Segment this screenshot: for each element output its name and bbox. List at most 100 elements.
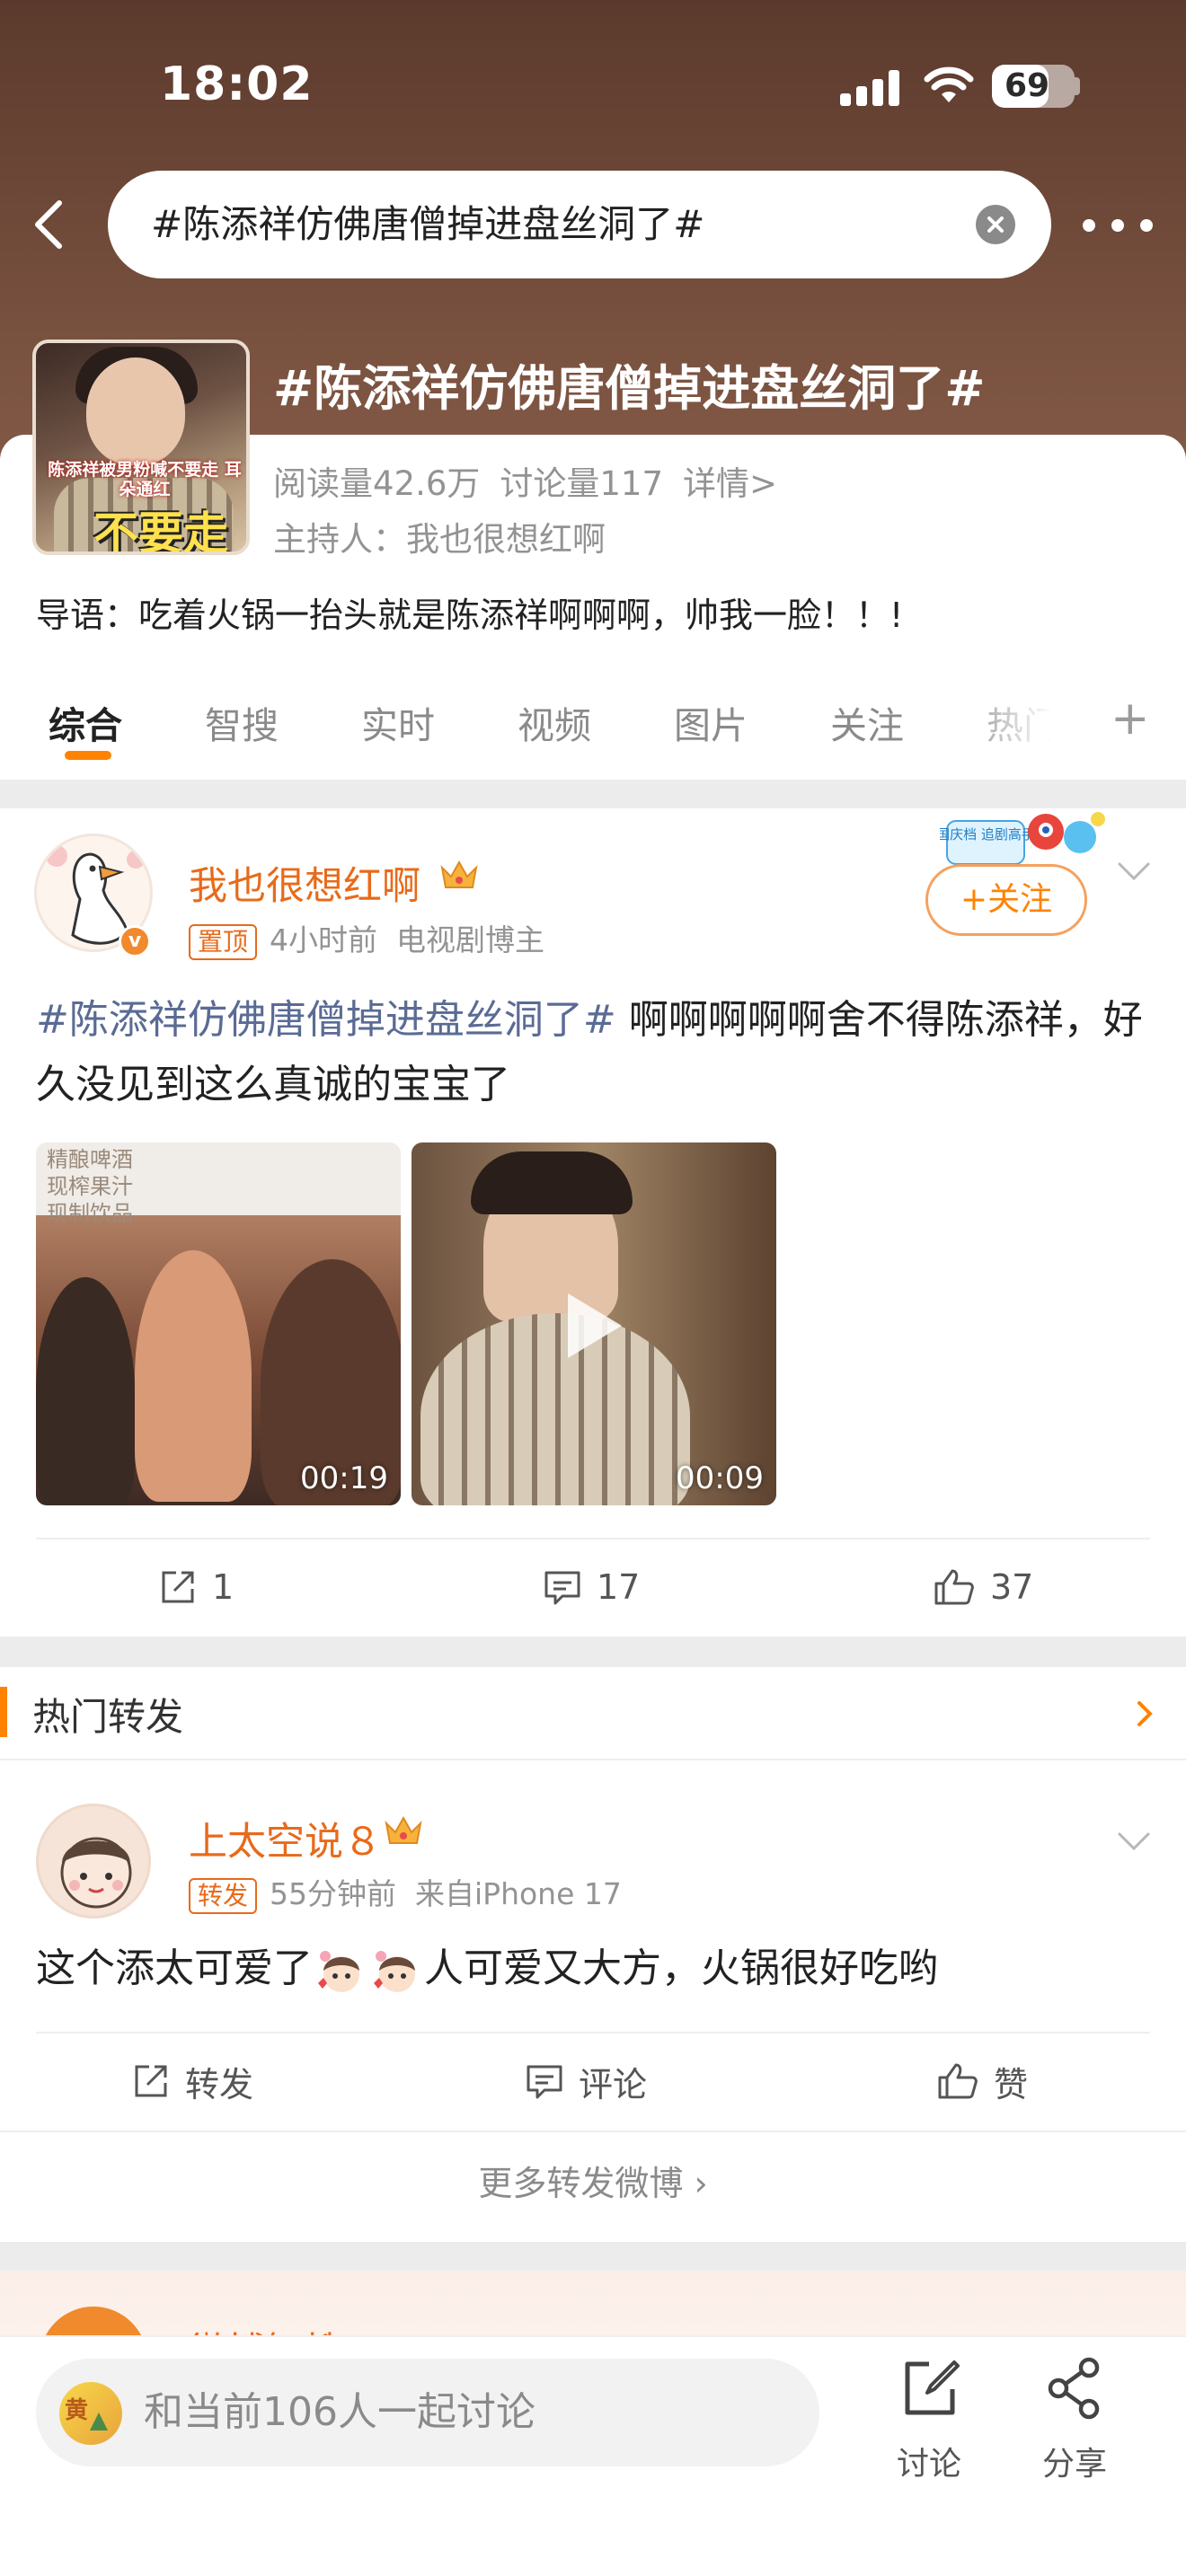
video-duration: 00:19 <box>300 1460 388 1496</box>
topic-cover-image[interactable]: 陈添祥被男粉喊不要走 耳朵通红 不要走 <box>32 340 250 555</box>
cute-face-emoji-icon <box>374 1951 415 1992</box>
divider <box>36 1538 1150 1539</box>
chevron-right-icon[interactable] <box>1136 1699 1154 1728</box>
cover-big-text: 不要走 <box>93 507 228 555</box>
thumbnail-person <box>471 1151 633 1214</box>
search-query: #陈添祥仿佛唐僧掉进盘丝洞了# <box>151 202 705 246</box>
topic-tabs: 综合 智搜 实时 视频 图片 关注 热门 + <box>0 690 1186 780</box>
search-input[interactable]: #陈添祥仿佛唐僧掉进盘丝洞了# <box>108 171 1051 278</box>
chevron-down-icon[interactable] <box>1116 1831 1152 1852</box>
post-role: 电视剧博主 <box>396 922 544 957</box>
back-arrow-icon[interactable] <box>31 198 66 251</box>
tab-smart-search[interactable]: 智搜 <box>205 695 279 749</box>
repost-source: 来自iPhone 17 <box>415 1876 622 1911</box>
post-meta: 置顶 4小时前 电视剧博主 <box>189 916 544 960</box>
like-button[interactable]: 37 <box>933 1556 1033 1619</box>
user-avatar-icon: 黄 <box>65 2397 108 2430</box>
crown-icon <box>440 860 478 888</box>
discussion-input[interactable]: 黄 和当前106人一起讨论 <box>36 2359 819 2466</box>
repost-username[interactable]: 上太空说８ <box>189 1811 382 1866</box>
search-nav-row: #陈添祥仿佛唐僧掉进盘丝洞了# <box>0 171 1186 278</box>
like-button[interactable]: 赞 <box>936 2050 1028 2113</box>
thumbs-up-icon <box>938 2063 978 2099</box>
comment-count: 17 <box>597 1567 641 1607</box>
pinned-tag: 置顶 <box>189 923 258 960</box>
comment-icon <box>544 1571 580 1605</box>
thumbs-up-icon <box>934 1569 974 1605</box>
repost-label: 转发 <box>185 2064 254 2104</box>
comment-icon <box>527 2065 562 2099</box>
battery-percent: 69 <box>1004 67 1050 104</box>
video-thumbnail[interactable]: 精酿啤酒 现榨果汁 现制饮品 00:19 <box>36 1142 401 1505</box>
repost-text-after: 人可爱又大方，火锅很好吃哟 <box>424 1945 938 1991</box>
hot-reposts-section: 热门转发 上太空说８ 转发 55分钟前 来自iPhone 17 这个添太可爱了 <box>0 1667 1186 2242</box>
status-bar: 18:02 69 <box>0 54 1186 117</box>
post-hashtag[interactable]: #陈添祥仿佛唐僧掉进盘丝洞了# <box>36 997 616 1043</box>
discussion-placeholder: 和当前106人一起讨论 <box>144 2389 535 2435</box>
repost-icon <box>135 2065 167 2097</box>
avatar[interactable] <box>36 1804 151 1919</box>
discuss-button[interactable]: 讨论 <box>875 2357 983 2492</box>
cover-caption: 陈添祥被男粉喊不要走 耳朵通红 <box>48 460 242 499</box>
add-tab-icon[interactable]: + <box>1111 695 1150 742</box>
share-label: 分享 <box>1041 2446 1107 2483</box>
bottom-action-bar: 黄 和当前106人一起讨论 讨论 分享 <box>0 2335 1186 2576</box>
follow-button[interactable]: +关注 <box>925 864 1087 936</box>
divider <box>0 1759 1186 1760</box>
share-button[interactable]: 分享 <box>1021 2357 1128 2492</box>
tab-realtime[interactable]: 实时 <box>361 695 435 749</box>
crown-icon <box>385 1815 422 1844</box>
tab-images[interactable]: 图片 <box>674 695 748 749</box>
post-username[interactable]: 我也很想红啊 <box>189 855 420 911</box>
section-accent-bar <box>0 1687 7 1737</box>
thumbnail-person <box>420 1313 690 1505</box>
repost-button[interactable]: 转发 <box>131 2050 253 2113</box>
like-count: 37 <box>990 1567 1034 1607</box>
tab-comprehensive[interactable]: 综合 <box>49 695 122 749</box>
comment-button[interactable]: 17 <box>543 1556 640 1619</box>
cartoon-avatar-icon <box>60 1837 132 1909</box>
festival-badge-icon: 国庆档 追剧高手 <box>940 812 1105 865</box>
tab-video[interactable]: 视频 <box>518 695 591 749</box>
cover-face <box>86 357 185 465</box>
video-thumbnail[interactable]: 00:09 <box>412 1142 776 1505</box>
thumbnail-sign-text: 精酿啤酒 现榨果汁 现制饮品 <box>47 1147 133 1226</box>
play-icon[interactable] <box>568 1293 622 1358</box>
battery-icon: 69 <box>992 65 1075 108</box>
user-avatar-text: 黄 <box>65 2397 88 2424</box>
topic-host[interactable]: 主持人：我也很想红啊 <box>273 512 606 560</box>
repost-icon <box>162 1571 194 1603</box>
details-link[interactable]: 详情> <box>683 464 777 503</box>
chevron-down-icon[interactable] <box>1116 860 1152 882</box>
more-reposts-link[interactable]: 更多转发微博 › <box>0 2152 1186 2215</box>
more-options-icon[interactable] <box>1083 216 1155 234</box>
repost-text-before: 这个添太可爱了 <box>36 1945 313 1991</box>
clear-search-icon[interactable] <box>976 205 1015 244</box>
like-label: 赞 <box>994 2064 1029 2104</box>
cute-face-emoji-icon <box>318 1951 359 1992</box>
active-tab-indicator <box>65 751 111 760</box>
video-duration: 00:09 <box>676 1460 764 1496</box>
status-time: 18:02 <box>160 57 314 111</box>
tab-following[interactable]: 关注 <box>830 695 904 749</box>
cellular-signal-icon <box>840 70 899 106</box>
discussion-count: 讨论量117 <box>500 464 664 503</box>
divider <box>0 2130 1186 2132</box>
repost-button[interactable]: 1 <box>158 1556 234 1619</box>
user-avatar: 黄 <box>59 2382 122 2445</box>
hot-reposts-title[interactable]: 热门转发 <box>32 1687 183 1742</box>
tabs-fade-overlay <box>952 690 1069 753</box>
post-content: #陈添祥仿佛唐僧掉进盘丝洞了# 啊啊啊啊啊舍不得陈添祥，好久没见到这么真诚的宝宝… <box>36 988 1150 1117</box>
edit-icon <box>905 2360 960 2415</box>
repost-tag: 转发 <box>189 1877 258 1914</box>
badge-text: 国庆档 追剧高手 <box>940 826 1035 842</box>
thumbnail-person <box>135 1250 252 1502</box>
topic-title: #陈添祥仿佛唐僧掉进盘丝洞了# <box>273 360 986 417</box>
comment-button[interactable]: 评论 <box>525 2050 647 2113</box>
read-count: 阅读量42.6万 <box>273 464 481 503</box>
divider <box>36 2032 1150 2033</box>
repost-meta: 转发 55分钟前 来自iPhone 17 <box>189 1870 622 1914</box>
thumbnail-person <box>36 1277 135 1505</box>
comment-label: 评论 <box>579 2064 648 2104</box>
topic-intro: 导语：吃着火锅一抬头就是陈添祥啊啊啊，帅我一脸！！! <box>36 595 904 635</box>
